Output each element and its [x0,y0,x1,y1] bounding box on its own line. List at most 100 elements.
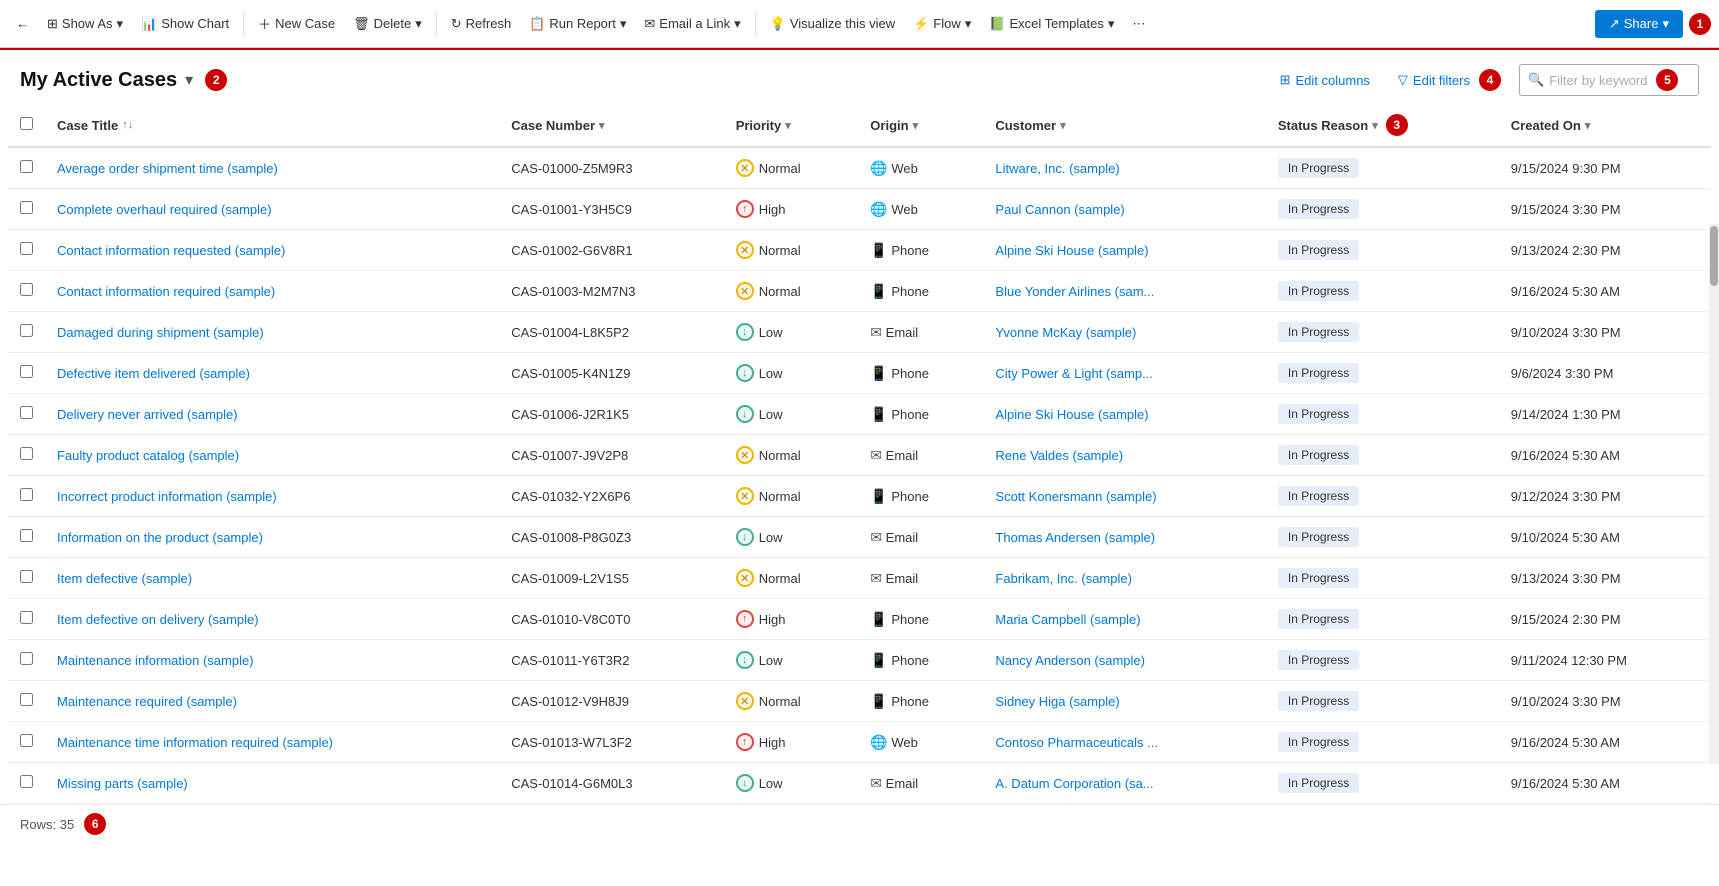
customer-link[interactable]: Scott Konersmann (sample) [995,489,1156,504]
case-title-link[interactable]: Item defective (sample) [57,571,192,586]
sort-icon-origin[interactable]: ▾ [913,119,919,132]
row-checkbox-2[interactable] [20,242,33,255]
table-row[interactable]: Maintenance information (sample) CAS-010… [8,640,1711,681]
row-checkbox-0[interactable] [20,160,33,173]
case-title-link[interactable]: Damaged during shipment (sample) [57,325,264,340]
row-checkbox-14[interactable] [20,734,33,747]
case-title-link[interactable]: Information on the product (sample) [57,530,263,545]
table-row[interactable]: Contact information required (sample) CA… [8,271,1711,312]
show-chart-button[interactable]: 📊 Show Chart [133,10,237,38]
delete-button[interactable]: 🗑 Delete ▾ [345,10,430,38]
row-checkbox-7[interactable] [20,447,33,460]
table-row[interactable]: Item defective on delivery (sample) CAS-… [8,599,1711,640]
select-all-checkbox[interactable] [20,117,33,130]
case-title-link[interactable]: Maintenance time information required (s… [57,735,333,750]
row-checkbox-8[interactable] [20,488,33,501]
edit-columns-button[interactable]: ⊞ Edit columns [1270,67,1380,93]
table-row[interactable]: Damaged during shipment (sample) CAS-010… [8,312,1711,353]
customer-link[interactable]: Rene Valdes (sample) [995,448,1123,463]
scroll-thumb[interactable] [1710,226,1718,286]
customer-link[interactable]: A. Datum Corporation (sa... [995,776,1153,791]
case-title-link[interactable]: Incorrect product information (sample) [57,489,277,504]
customer-link[interactable]: Maria Campbell (sample) [995,612,1140,627]
row-checkbox-1[interactable] [20,201,33,214]
sort-icon-case-number[interactable]: ▾ [599,119,605,132]
customer-link[interactable]: Blue Yonder Airlines (sam... [995,284,1154,299]
table-row[interactable]: Missing parts (sample) CAS-01014-G6M0L3 … [8,763,1711,804]
table-row[interactable]: Incorrect product information (sample) C… [8,476,1711,517]
back-button[interactable]: ← [8,10,37,37]
row-checkbox-12[interactable] [20,652,33,665]
share-icon: ↗ [1609,16,1620,32]
table-row[interactable]: Maintenance required (sample) CAS-01012-… [8,681,1711,722]
table-row[interactable]: Maintenance time information required (s… [8,722,1711,763]
row-checkbox-5[interactable] [20,365,33,378]
customer-link[interactable]: Litware, Inc. (sample) [995,161,1119,176]
row-checkbox-15[interactable] [20,775,33,788]
case-title-link[interactable]: Faulty product catalog (sample) [57,448,239,463]
case-title-link[interactable]: Contact information requested (sample) [57,243,285,258]
scrollbar[interactable] [1709,224,1719,764]
sort-icon-priority[interactable]: ▾ [785,119,791,132]
table-row[interactable]: Faulty product catalog (sample) CAS-0100… [8,435,1711,476]
origin: ✉ Email [858,558,983,599]
refresh-button[interactable]: ↻ Refresh [443,10,519,38]
flow-button[interactable]: ⚡ Flow ▾ [905,10,979,38]
table-row[interactable]: Item defective (sample) CAS-01009-L2V1S5… [8,558,1711,599]
case-title-link[interactable]: Missing parts (sample) [57,776,188,791]
customer-link[interactable]: Yvonne McKay (sample) [995,325,1136,340]
sort-icon-status[interactable]: ▾ [1372,119,1378,132]
more-button[interactable]: ⋯ [1124,10,1153,38]
excel-templates-button[interactable]: 📗 Excel Templates ▾ [981,10,1122,38]
customer-link[interactable]: Contoso Pharmaceuticals ... [995,735,1158,750]
row-checkbox-3[interactable] [20,283,33,296]
row-checkbox-4[interactable] [20,324,33,337]
table-row[interactable]: Complete overhaul required (sample) CAS-… [8,189,1711,230]
origin: 🌐 Web [858,722,983,763]
table-row[interactable]: Average order shipment time (sample) CAS… [8,147,1711,189]
customer-link[interactable]: Paul Cannon (sample) [995,202,1124,217]
refresh-label: Refresh [466,16,512,31]
sort-icon-created[interactable]: ▾ [1585,119,1591,132]
case-title-link[interactable]: Maintenance required (sample) [57,694,237,709]
customer-link[interactable]: Alpine Ski House (sample) [995,407,1148,422]
filter-by-keyword-input[interactable]: 🔍 Filter by keyword 5 [1519,64,1699,96]
share-button[interactable]: ↗ Share ▾ [1595,10,1683,38]
customer-link[interactable]: City Power & Light (samp... [995,366,1153,381]
case-title-link[interactable]: Complete overhaul required (sample) [57,202,272,217]
email-link-button[interactable]: ✉ Email a Link ▾ [636,10,748,38]
customer-link[interactable]: Nancy Anderson (sample) [995,653,1145,668]
view-title-chevron[interactable]: ▾ [185,70,193,90]
case-title-link[interactable]: Contact information required (sample) [57,284,275,299]
table-row[interactable]: Information on the product (sample) CAS-… [8,517,1711,558]
customer-link[interactable]: Thomas Andersen (sample) [995,530,1155,545]
show-as-button[interactable]: ⊞ Show As ▾ [39,10,131,38]
case-title-link[interactable]: Item defective on delivery (sample) [57,612,259,627]
customer-link[interactable]: Fabrikam, Inc. (sample) [995,571,1132,586]
table-row[interactable]: Delivery never arrived (sample) CAS-0100… [8,394,1711,435]
priority-icon: ↓ [736,774,754,792]
row-checkbox-10[interactable] [20,570,33,583]
run-report-button[interactable]: 📋 Run Report ▾ [521,10,634,38]
case-title-link[interactable]: Delivery never arrived (sample) [57,407,238,422]
customer-link[interactable]: Sidney Higa (sample) [995,694,1119,709]
row-checkbox-6[interactable] [20,406,33,419]
table-row[interactable]: Defective item delivered (sample) CAS-01… [8,353,1711,394]
row-checkbox-9[interactable] [20,529,33,542]
created-on: 9/10/2024 5:30 AM [1499,517,1711,558]
row-checkbox-13[interactable] [20,693,33,706]
case-title-link[interactable]: Average order shipment time (sample) [57,161,278,176]
edit-filters-button[interactable]: ▽ Edit filters 4 [1388,64,1511,96]
sort-icon-case-title[interactable]: ↑↓ [122,119,133,131]
visualize-button[interactable]: 💡 Visualize this view [762,10,903,38]
table-row[interactable]: Contact information requested (sample) C… [8,230,1711,271]
customer-link[interactable]: Alpine Ski House (sample) [995,243,1148,258]
origin: 📱 Phone [858,353,983,394]
case-title-link[interactable]: Defective item delivered (sample) [57,366,250,381]
sort-icon-customer[interactable]: ▾ [1060,119,1066,132]
row-checkbox-11[interactable] [20,611,33,624]
origin-icon: 📱 [870,611,887,627]
new-case-button[interactable]: ＋ New Case [250,8,343,39]
customer: Paul Cannon (sample) [983,189,1265,230]
case-title-link[interactable]: Maintenance information (sample) [57,653,254,668]
